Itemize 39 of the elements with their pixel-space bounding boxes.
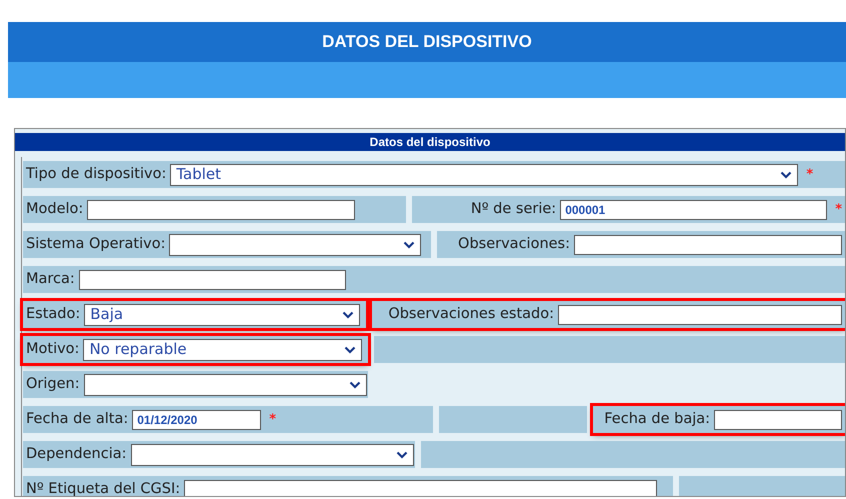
chevron-down-icon <box>396 450 408 458</box>
field-label: Origen: <box>26 374 80 394</box>
chevron-down-icon <box>348 380 361 388</box>
select-field[interactable]: No reparable <box>83 338 362 360</box>
select-field[interactable]: Tablet <box>170 164 798 186</box>
required-asterisk: * <box>806 166 814 184</box>
chevron-down-icon <box>342 310 354 318</box>
chevron-down-icon <box>344 346 356 354</box>
field-label: Fecha de baja: <box>604 410 710 429</box>
field-label: Motivo: <box>26 340 80 359</box>
input-field[interactable]: 01/12/2020 <box>132 410 262 430</box>
field-label: Tipo de dispositivo: <box>26 164 166 184</box>
select-field[interactable] <box>84 374 367 396</box>
field-label: Dependencia: <box>26 444 126 464</box>
field-label: Sistema Operativo: <box>26 234 166 254</box>
field-label: Modelo: <box>26 200 84 219</box>
select-field[interactable] <box>169 234 422 256</box>
field-label: Fecha de alta: <box>26 410 128 429</box>
input-field[interactable] <box>574 234 842 254</box>
panel-title: Datos del dispositivo <box>370 134 490 151</box>
input-field[interactable]: 000001 <box>560 200 828 220</box>
required-asterisk: * <box>835 200 842 219</box>
input-field[interactable] <box>87 200 356 220</box>
page-title: DATOS DEL DISPOSITIVO <box>322 31 532 54</box>
required-asterisk: * <box>269 410 276 429</box>
field-label: Marca: <box>26 270 75 289</box>
field-label: Nº Etiqueta del CGSI: <box>26 480 180 496</box>
select-field[interactable]: Baja <box>84 304 360 326</box>
input-field[interactable] <box>78 270 346 290</box>
input-field[interactable] <box>714 410 842 430</box>
input-field[interactable] <box>184 480 658 496</box>
field-label: Observaciones: <box>458 234 570 254</box>
chevron-down-icon <box>403 240 416 248</box>
field-label: Observaciones estado: <box>388 304 554 324</box>
select-field[interactable] <box>130 444 414 466</box>
chevron-down-icon <box>780 170 792 178</box>
input-field[interactable] <box>558 304 842 324</box>
field-label: Nº de serie: <box>470 200 556 219</box>
field-label: Estado: <box>26 304 80 324</box>
